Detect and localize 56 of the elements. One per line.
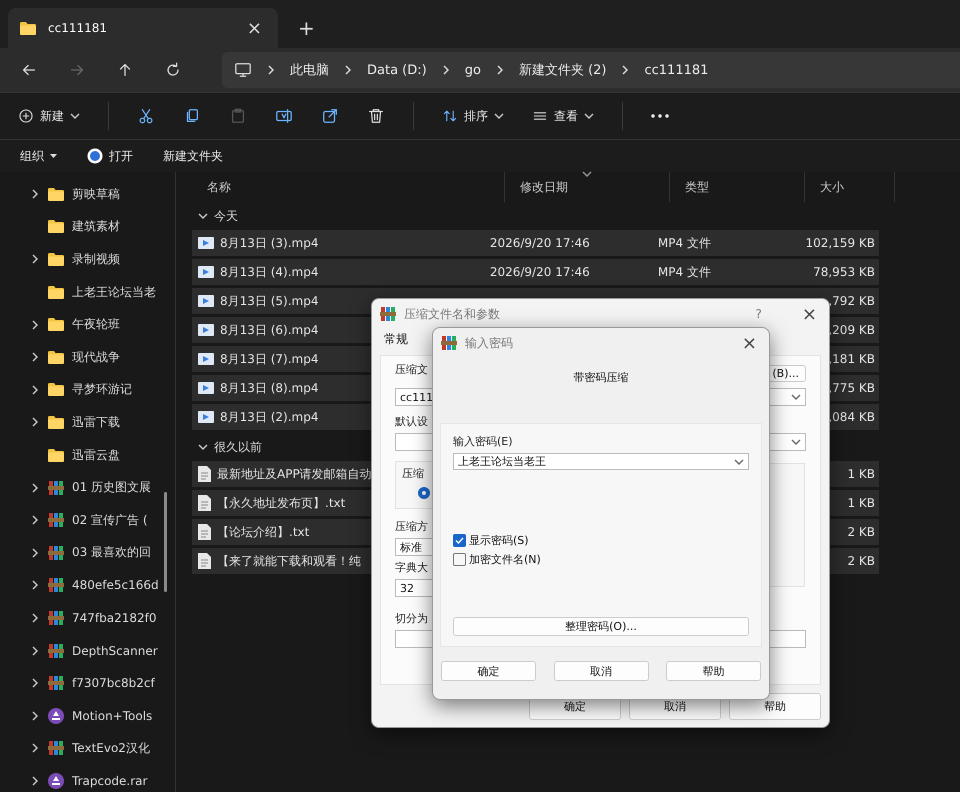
file-name: 【论坛介绍】.txt: [217, 524, 310, 540]
item-label: 寻梦环游记: [72, 381, 132, 398]
size-cell: ,209 KB: [828, 323, 875, 337]
item-label: 午夜轮班: [72, 316, 120, 334]
size-cell: 1 KB: [847, 496, 875, 510]
dialog-heading: 带密码压缩: [572, 370, 630, 386]
item-label: Motion+Tools: [72, 708, 152, 723]
field-label: 压缩文: [395, 362, 428, 377]
date-cell: 2026/9/20 17:46: [490, 236, 590, 250]
size-cell: ,084 KB: [828, 410, 875, 424]
file-name: 8月13日 (4).mp4: [220, 264, 318, 280]
item-label: TextEvo2汉化: [72, 740, 150, 757]
file-name: 8月13日 (8).mp4: [220, 380, 318, 396]
size-cell: 2 KB: [847, 525, 875, 539]
size-cell: 102,159 KB: [805, 236, 875, 250]
item-label: 747fba2182f0: [72, 611, 156, 626]
field-label: 字典大: [395, 560, 428, 575]
type-cell: MP4 文件: [658, 264, 711, 278]
date-cell: 2026/9/20 17:46: [490, 265, 590, 279]
item-label: 上老王论坛当老: [72, 284, 156, 301]
size-cell: 1 KB: [847, 467, 875, 481]
item-label: 剪映草稿: [72, 186, 120, 203]
item-label: f7307bc8b2cf: [72, 676, 155, 690]
item-label: 03 最喜欢的回: [72, 544, 152, 562]
group-label: 压缩: [402, 467, 424, 480]
file-name: 【来了就能下载和观看！纯: [217, 552, 361, 570]
item-label: 现代战争: [72, 348, 120, 366]
item-label: 建筑素材: [72, 218, 120, 236]
file-name: 8月13日 (5).mp4: [220, 292, 318, 310]
dialog-title: 压缩文件名和参数: [404, 306, 500, 322]
size-cell: ,775 KB: [828, 381, 875, 395]
field-label: 默认设: [395, 414, 428, 429]
size-cell: 2 KB: [847, 554, 875, 568]
file-name: 8月13日 (6).mp4: [220, 322, 318, 338]
item-label: Trapcode.rar: [72, 774, 148, 788]
file-name: 最新地址及APP请发邮箱自动: [217, 466, 372, 482]
dialog-title: 输入密码: [465, 334, 513, 352]
file-name: 8月13日 (2).mp4: [220, 408, 318, 426]
tab-title: cc111181: [48, 21, 108, 35]
field-label: 压缩方: [395, 519, 428, 534]
item-label: 迅雷下载: [72, 414, 120, 431]
file-name: 8月13日 (7).mp4: [220, 350, 318, 368]
item-label: 480efe5c166d: [72, 578, 159, 592]
file-name: 【永久地址发布页】.txt: [217, 494, 346, 512]
size-cell: ,792 KB: [828, 294, 875, 308]
size-cell: 78,953 KB: [813, 265, 875, 279]
item-label: 02 宣传广告 (: [72, 512, 148, 529]
item-label: DepthScanner: [72, 644, 158, 658]
item-label: 迅雷云盘: [72, 446, 120, 464]
item-label: 01 历史图文展: [72, 479, 152, 496]
type-cell: MP4 文件: [658, 236, 711, 250]
field-label: 输入密码(E): [453, 434, 513, 449]
file-name: 8月13日 (3).mp4: [220, 234, 318, 252]
field-label: 切分为: [395, 611, 428, 626]
size-cell: ,181 KB: [828, 352, 875, 366]
item-label: 录制视频: [72, 250, 120, 268]
